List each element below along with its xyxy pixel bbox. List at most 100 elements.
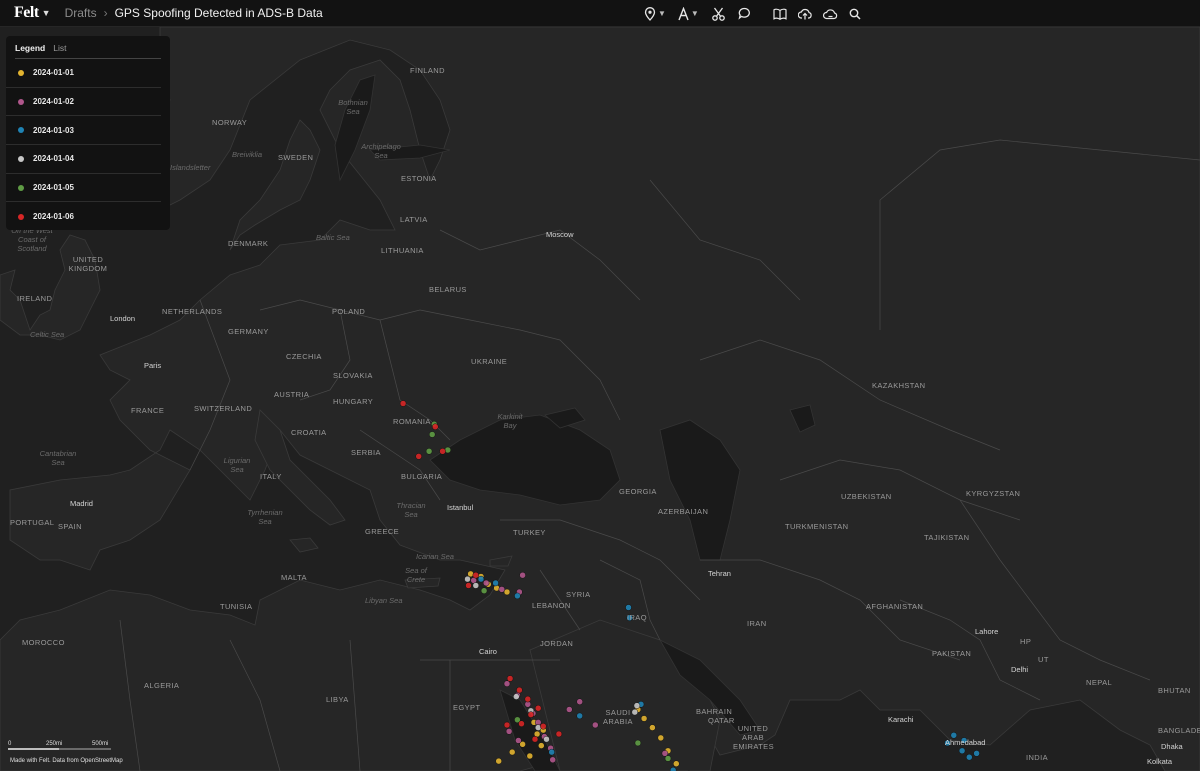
scale-tick-250: 250mi [46,741,63,747]
spoofing-point[interactable] [480,587,488,594]
cut-tool-button[interactable] [711,7,725,21]
spoofing-point[interactable] [631,708,639,716]
spoofing-point[interactable] [576,712,583,720]
spoofing-point[interactable] [566,706,573,713]
spoofing-point[interactable] [513,693,520,700]
spoofing-point[interactable] [555,730,563,738]
spoofing-point[interactable] [944,739,951,747]
spoofing-point[interactable] [524,695,532,703]
legend-item[interactable]: 2024-01-03 [6,116,161,146]
toolbar: ▼ ▼ [640,0,861,27]
upload-icon [797,8,812,19]
spoofing-point[interactable] [526,752,534,760]
spoofing-point[interactable] [626,614,633,622]
felt-app: Felt ▼ Drafts › GPS Spoofing Detected in… [0,0,1200,771]
comment-tool-button[interactable] [738,7,751,20]
spoofing-point[interactable] [640,715,648,722]
spoofing-point[interactable] [549,756,556,764]
spoofing-point[interactable] [515,737,522,744]
spoofing-point[interactable] [540,723,547,730]
scale-tick-500: 500mi [92,741,109,747]
scale-bar: 0 250mi 500mi [8,741,112,751]
library-button[interactable] [773,8,787,20]
spoofing-point[interactable] [633,702,641,709]
spoofing-point[interactable] [958,747,966,755]
spoofing-point[interactable] [548,748,555,756]
legend-swatch [18,127,24,134]
spoofing-point[interactable] [657,734,665,742]
spoofing-point[interactable] [960,737,968,744]
spoofing-point[interactable] [439,448,446,455]
spoofing-point[interactable] [482,579,490,587]
map-canvas[interactable]: FINLAND NORWAY SWEDEN ESTONIA LATVIA LIT… [0,27,1200,771]
spoofing-point[interactable] [538,742,545,749]
map-attribution[interactable]: Made with Felt. Data from OpenStreetMap [10,758,123,764]
legend-item-label: 2024-01-03 [33,125,74,135]
spoofing-point[interactable] [472,582,480,589]
spoofing-point[interactable] [527,711,535,718]
legend-item[interactable]: 2024-01-01 [6,59,161,88]
spoofing-point[interactable] [465,582,472,589]
spoofing-point[interactable] [518,720,525,727]
breadcrumb-drafts-link[interactable]: Drafts [65,6,97,20]
spoofing-point[interactable] [503,680,511,687]
spoofing-point[interactable] [503,721,511,729]
map-title[interactable]: GPS Spoofing Detected in ADS-B Data [115,6,323,20]
spoofing-point[interactable] [966,753,973,761]
spoofing-point[interactable] [664,755,672,762]
spoofing-point[interactable] [625,604,632,611]
spoofing-point[interactable] [973,750,980,757]
spoofing-point[interactable] [950,732,958,739]
spoofing-point[interactable] [508,748,516,756]
land-sicily [289,537,319,553]
legend-swatch [18,213,24,220]
basemap[interactable] [0,27,1200,771]
spoofing-point[interactable] [425,448,433,455]
legend-item-label: 2024-01-04 [33,154,74,164]
land-uk-ireland [0,234,101,341]
spoofing-point[interactable] [415,453,422,460]
spoofing-point[interactable] [505,728,513,735]
spoofing-point[interactable] [464,575,471,583]
spoofing-point[interactable] [399,400,407,407]
spoofing-point[interactable] [534,704,542,712]
legend-item[interactable]: 2024-01-05 [6,174,161,203]
top-bar: Felt ▼ Drafts › GPS Spoofing Detected in… [0,0,1200,27]
spoofing-point[interactable] [495,757,502,765]
scale-line [8,748,111,750]
spoofing-point[interactable] [669,766,677,771]
upload-button[interactable] [797,8,812,20]
spoofing-point[interactable] [531,735,539,743]
spoofing-point[interactable] [592,721,599,729]
land-scandinavia-south [229,119,321,251]
spoofing-point[interactable] [516,686,523,694]
pin-tool-button[interactable]: ▼ [644,6,666,21]
spoofing-point[interactable] [498,586,506,593]
spoofing-point[interactable] [543,735,550,743]
tab-legend[interactable]: Legend [15,43,45,58]
spoofing-point[interactable] [477,575,485,583]
tab-list[interactable]: List [53,43,66,58]
legend-item[interactable]: 2024-01-04 [6,145,161,174]
spoofing-point[interactable] [634,739,642,747]
spoofing-point[interactable] [649,724,656,731]
spoofing-point[interactable] [432,423,439,430]
spoofing-point[interactable] [506,675,514,682]
land-crete [404,577,441,589]
scale-tick-0: 0 [8,741,12,747]
chevron-down-icon: ▼ [658,9,666,18]
data-sources-button[interactable] [822,8,838,20]
spoofing-point[interactable] [673,760,680,767]
text-tool-button[interactable]: ▼ [678,6,699,21]
felt-menu-button[interactable]: Felt ▼ [14,4,51,22]
legend-item[interactable]: 2024-01-06 [6,202,161,231]
spoofing-point[interactable] [492,579,499,587]
legend-item[interactable]: 2024-01-02 [6,88,161,117]
spoofing-point[interactable] [519,571,526,579]
spoofing-point[interactable] [428,431,436,438]
spoofing-point[interactable] [576,698,583,705]
spoofing-point[interactable] [472,571,480,579]
legend-item-label: 2024-01-02 [33,97,74,107]
spoofing-point[interactable] [514,592,521,600]
search-button[interactable] [849,8,861,20]
